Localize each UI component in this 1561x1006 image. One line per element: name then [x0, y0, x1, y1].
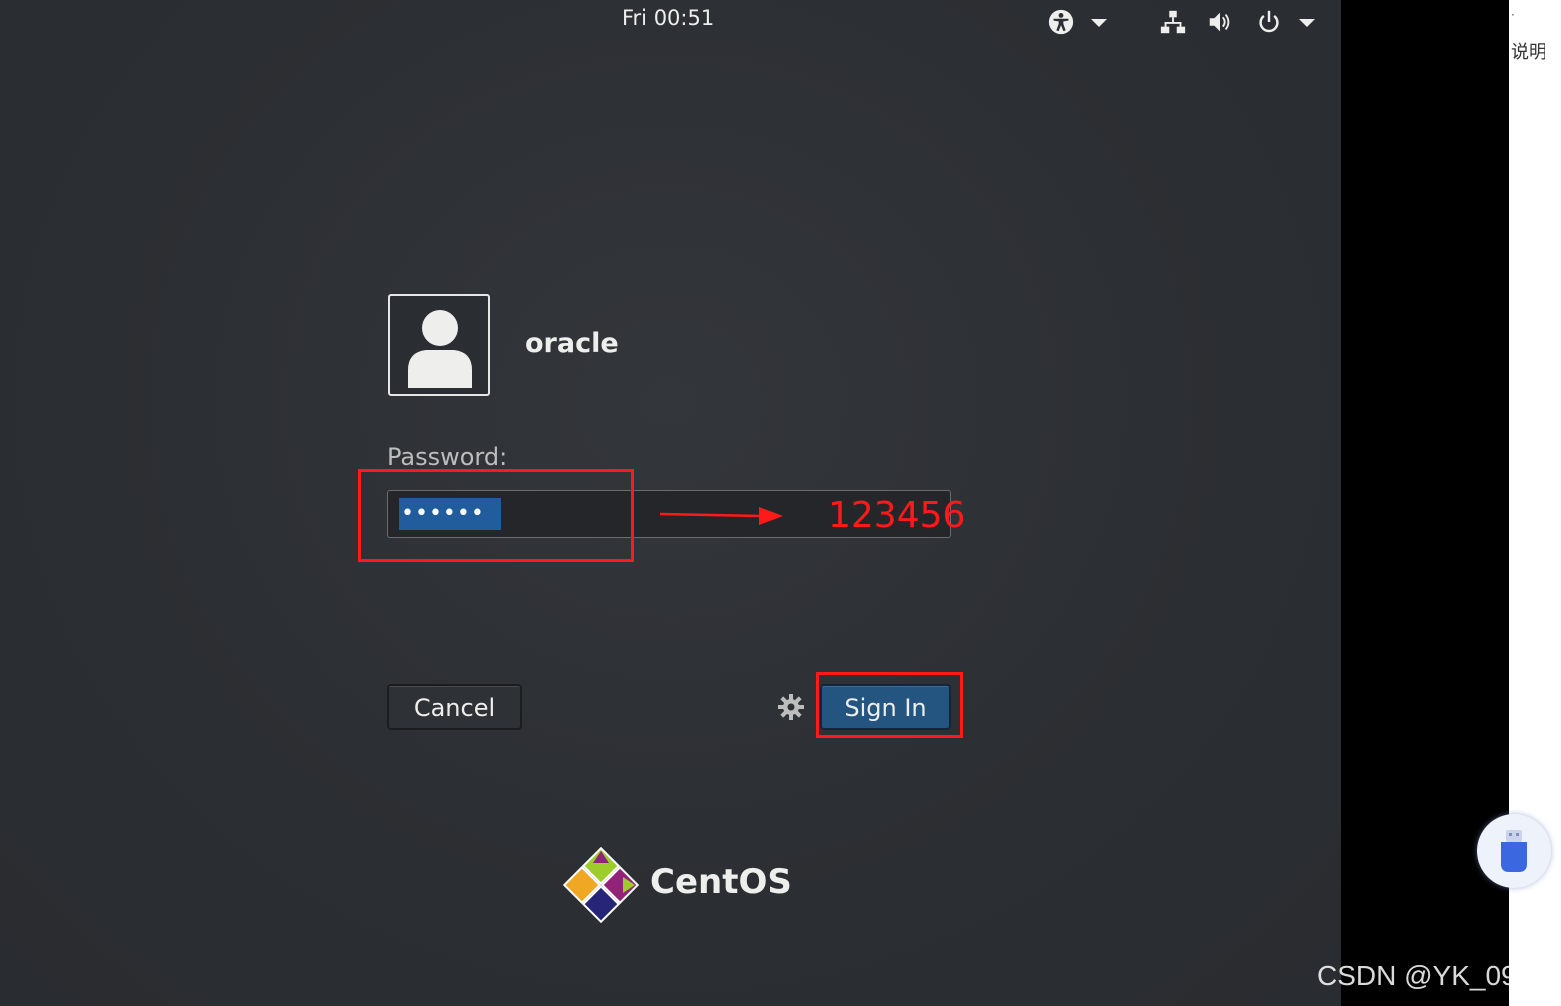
password-label: Password: — [387, 443, 508, 471]
usb-icon — [1501, 830, 1527, 872]
annotation-password-hint: 123456 — [828, 495, 966, 536]
centos-logo-icon — [563, 847, 639, 923]
power-icon[interactable] — [1254, 8, 1284, 36]
user-avatar — [388, 294, 490, 396]
username-label: oracle — [525, 328, 619, 359]
usb-device-badge[interactable] — [1477, 814, 1551, 888]
network-icon[interactable] — [1158, 8, 1188, 36]
panel-text: 说明 — [1511, 42, 1547, 63]
annotation-box-signin — [816, 672, 963, 738]
top-bar: Fri 00:51 — [0, 0, 1341, 44]
cancel-button[interactable]: Cancel — [387, 684, 522, 730]
chevron-down-icon[interactable] — [1296, 8, 1318, 36]
volume-icon[interactable] — [1205, 8, 1235, 36]
user-icon — [408, 310, 472, 388]
panel-mark: · — [1511, 8, 1515, 22]
clock[interactable]: Fri 00:51 — [622, 6, 714, 30]
accessibility-icon[interactable] — [1046, 8, 1076, 36]
centos-wordmark: CentOS — [650, 862, 792, 902]
annotation-box-password — [358, 469, 634, 562]
annotation-arrow-icon — [659, 507, 783, 525]
chevron-down-icon[interactable] — [1088, 8, 1110, 36]
csdn-watermark: CSDN @YK_0908 — [1317, 960, 1548, 991]
gear-icon[interactable] — [776, 692, 806, 722]
